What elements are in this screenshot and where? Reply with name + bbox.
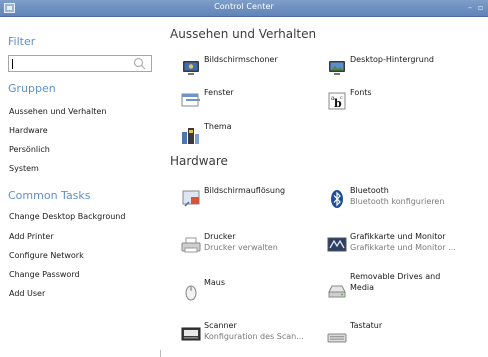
screensaver-icon <box>183 61 199 75</box>
minimize-button[interactable]: – <box>468 2 472 14</box>
window-icon <box>181 93 200 107</box>
item-label: Thema <box>204 122 232 131</box>
item-description: Drucker verwalten <box>204 243 278 252</box>
item-label: Drucker <box>204 232 236 241</box>
task-add-user[interactable]: Add User <box>9 289 45 298</box>
display-resolution-icon <box>182 190 200 207</box>
common-tasks-heading: Common Tasks <box>8 189 91 202</box>
theme-icon <box>182 128 199 144</box>
window-title: Control Center <box>214 2 274 11</box>
fonts-icon: a b c <box>328 92 346 110</box>
group-item-personal[interactable]: Persönlich <box>9 145 50 154</box>
title-bar[interactable]: Control Center – ▫ <box>0 0 488 17</box>
graphics-card-icon <box>327 237 347 252</box>
item-description: Bluetooth konfigurieren <box>350 197 445 206</box>
search-icon[interactable] <box>133 57 146 70</box>
groups-heading: Gruppen <box>8 82 56 95</box>
removable-drive-icon <box>328 285 346 298</box>
search-input[interactable] <box>8 55 152 72</box>
text-cursor <box>12 59 13 69</box>
item-label: Desktop-Hintergrund <box>350 55 434 64</box>
task-change-desktop-background[interactable]: Change Desktop Background <box>9 212 125 221</box>
svg-text:c: c <box>340 95 343 101</box>
item-label: Fonts <box>350 88 372 97</box>
maximize-button[interactable]: ▫ <box>478 2 483 14</box>
item-label: Bildschirmschoner <box>204 55 278 64</box>
item-label: Maus <box>204 278 226 287</box>
bluetooth-icon <box>331 190 343 208</box>
task-configure-network[interactable]: Configure Network <box>9 251 84 260</box>
appearance-heading: Aussehen und Verhalten <box>170 27 317 41</box>
scanner-icon <box>181 327 201 341</box>
task-add-printer[interactable]: Add Printer <box>9 232 54 241</box>
item-label: Bildschirmauflösung <box>204 186 286 195</box>
filter-heading: Filter <box>8 35 36 48</box>
group-item-appearance[interactable]: Aussehen und Verhalten <box>9 107 106 116</box>
item-label: Scanner <box>204 321 237 330</box>
item-description: Grafikkarte und Monitor ... <box>350 243 456 252</box>
item-label: Fenster <box>204 88 234 97</box>
item-label: Tastatur <box>350 321 383 330</box>
desktop-background-icon <box>329 61 345 75</box>
item-label: Grafikkarte und Monitor <box>350 232 446 241</box>
item-label: Removable Drives and <box>350 272 441 281</box>
group-item-system[interactable]: System <box>9 164 39 173</box>
group-item-hardware[interactable]: Hardware <box>9 126 48 135</box>
mouse-icon <box>185 285 197 301</box>
printer-icon <box>181 237 201 253</box>
task-change-password[interactable]: Change Password <box>9 270 80 279</box>
sidebar-divider <box>160 350 161 357</box>
item-description: Konfiguration des Scan... <box>204 332 304 341</box>
item-label-line2: Media <box>350 283 375 292</box>
hardware-heading: Hardware <box>170 154 228 168</box>
keyboard-icon <box>327 333 347 343</box>
item-label: Bluetooth <box>350 186 389 195</box>
